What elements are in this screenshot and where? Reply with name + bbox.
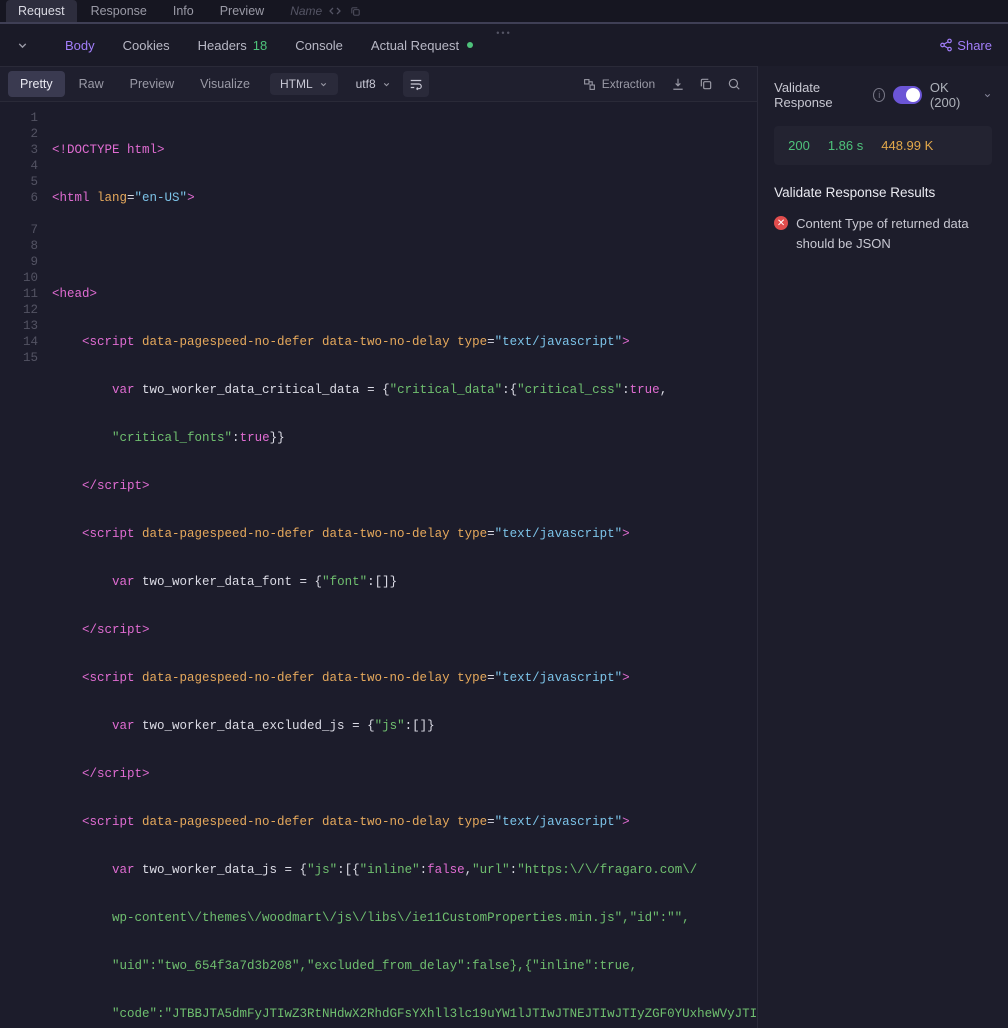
copy-icon — [348, 4, 362, 18]
tab-request[interactable]: Request — [6, 0, 77, 22]
tab-preview[interactable]: Preview — [208, 0, 276, 22]
status-card: 200 1.86 s 448.99 K — [774, 126, 992, 165]
encoding-select[interactable]: utf8 — [346, 73, 401, 95]
validate-response-panel: Validate Response i OK (200) 200 1.86 s … — [757, 66, 1008, 1028]
view-raw[interactable]: Raw — [67, 71, 116, 97]
nav-body[interactable]: Body — [65, 38, 95, 53]
validate-toggle[interactable] — [893, 86, 922, 104]
share-button[interactable]: Share — [939, 38, 992, 53]
search-icon[interactable] — [721, 71, 747, 97]
status-size: 448.99 K — [881, 138, 933, 153]
response-body-editor[interactable]: 123456789101112131415 <!DOCTYPE html> <h… — [0, 102, 757, 1028]
name-placeholder[interactable]: Name — [290, 4, 362, 18]
nav-cookies[interactable]: Cookies — [123, 38, 170, 53]
wrap-toggle-icon[interactable] — [403, 71, 429, 97]
view-preview[interactable]: Preview — [118, 71, 186, 97]
validate-label: Validate Response — [774, 80, 865, 110]
extraction-button[interactable]: Extraction — [575, 73, 663, 95]
info-icon[interactable]: i — [873, 88, 885, 102]
status-ok-label[interactable]: OK (200) — [930, 80, 992, 110]
line-gutter: 123456789101112131415 — [0, 102, 48, 1028]
view-pretty[interactable]: Pretty — [8, 71, 65, 97]
code-content: <!DOCTYPE html> <html lang="en-US"> <hea… — [48, 102, 757, 1028]
error-icon: ✕ — [774, 216, 788, 230]
status-time: 1.86 s — [828, 138, 863, 153]
status-code: 200 — [788, 138, 810, 153]
copy-response-icon[interactable] — [693, 71, 719, 97]
tab-response[interactable]: Response — [79, 0, 159, 22]
code-icon — [328, 4, 342, 18]
lang-select[interactable]: HTML — [270, 73, 338, 95]
download-icon[interactable] — [665, 71, 691, 97]
validate-results-title: Validate Response Results — [774, 185, 992, 200]
nav-actual-request[interactable]: Actual Request — [371, 38, 473, 53]
view-visualize[interactable]: Visualize — [188, 71, 262, 97]
nav-headers[interactable]: Headers 18 — [198, 38, 268, 53]
tab-info[interactable]: Info — [161, 0, 206, 22]
chevron-down-icon[interactable] — [16, 39, 29, 52]
nav-console[interactable]: Console — [295, 38, 343, 53]
validation-error: ✕ Content Type of returned data should b… — [774, 214, 992, 253]
